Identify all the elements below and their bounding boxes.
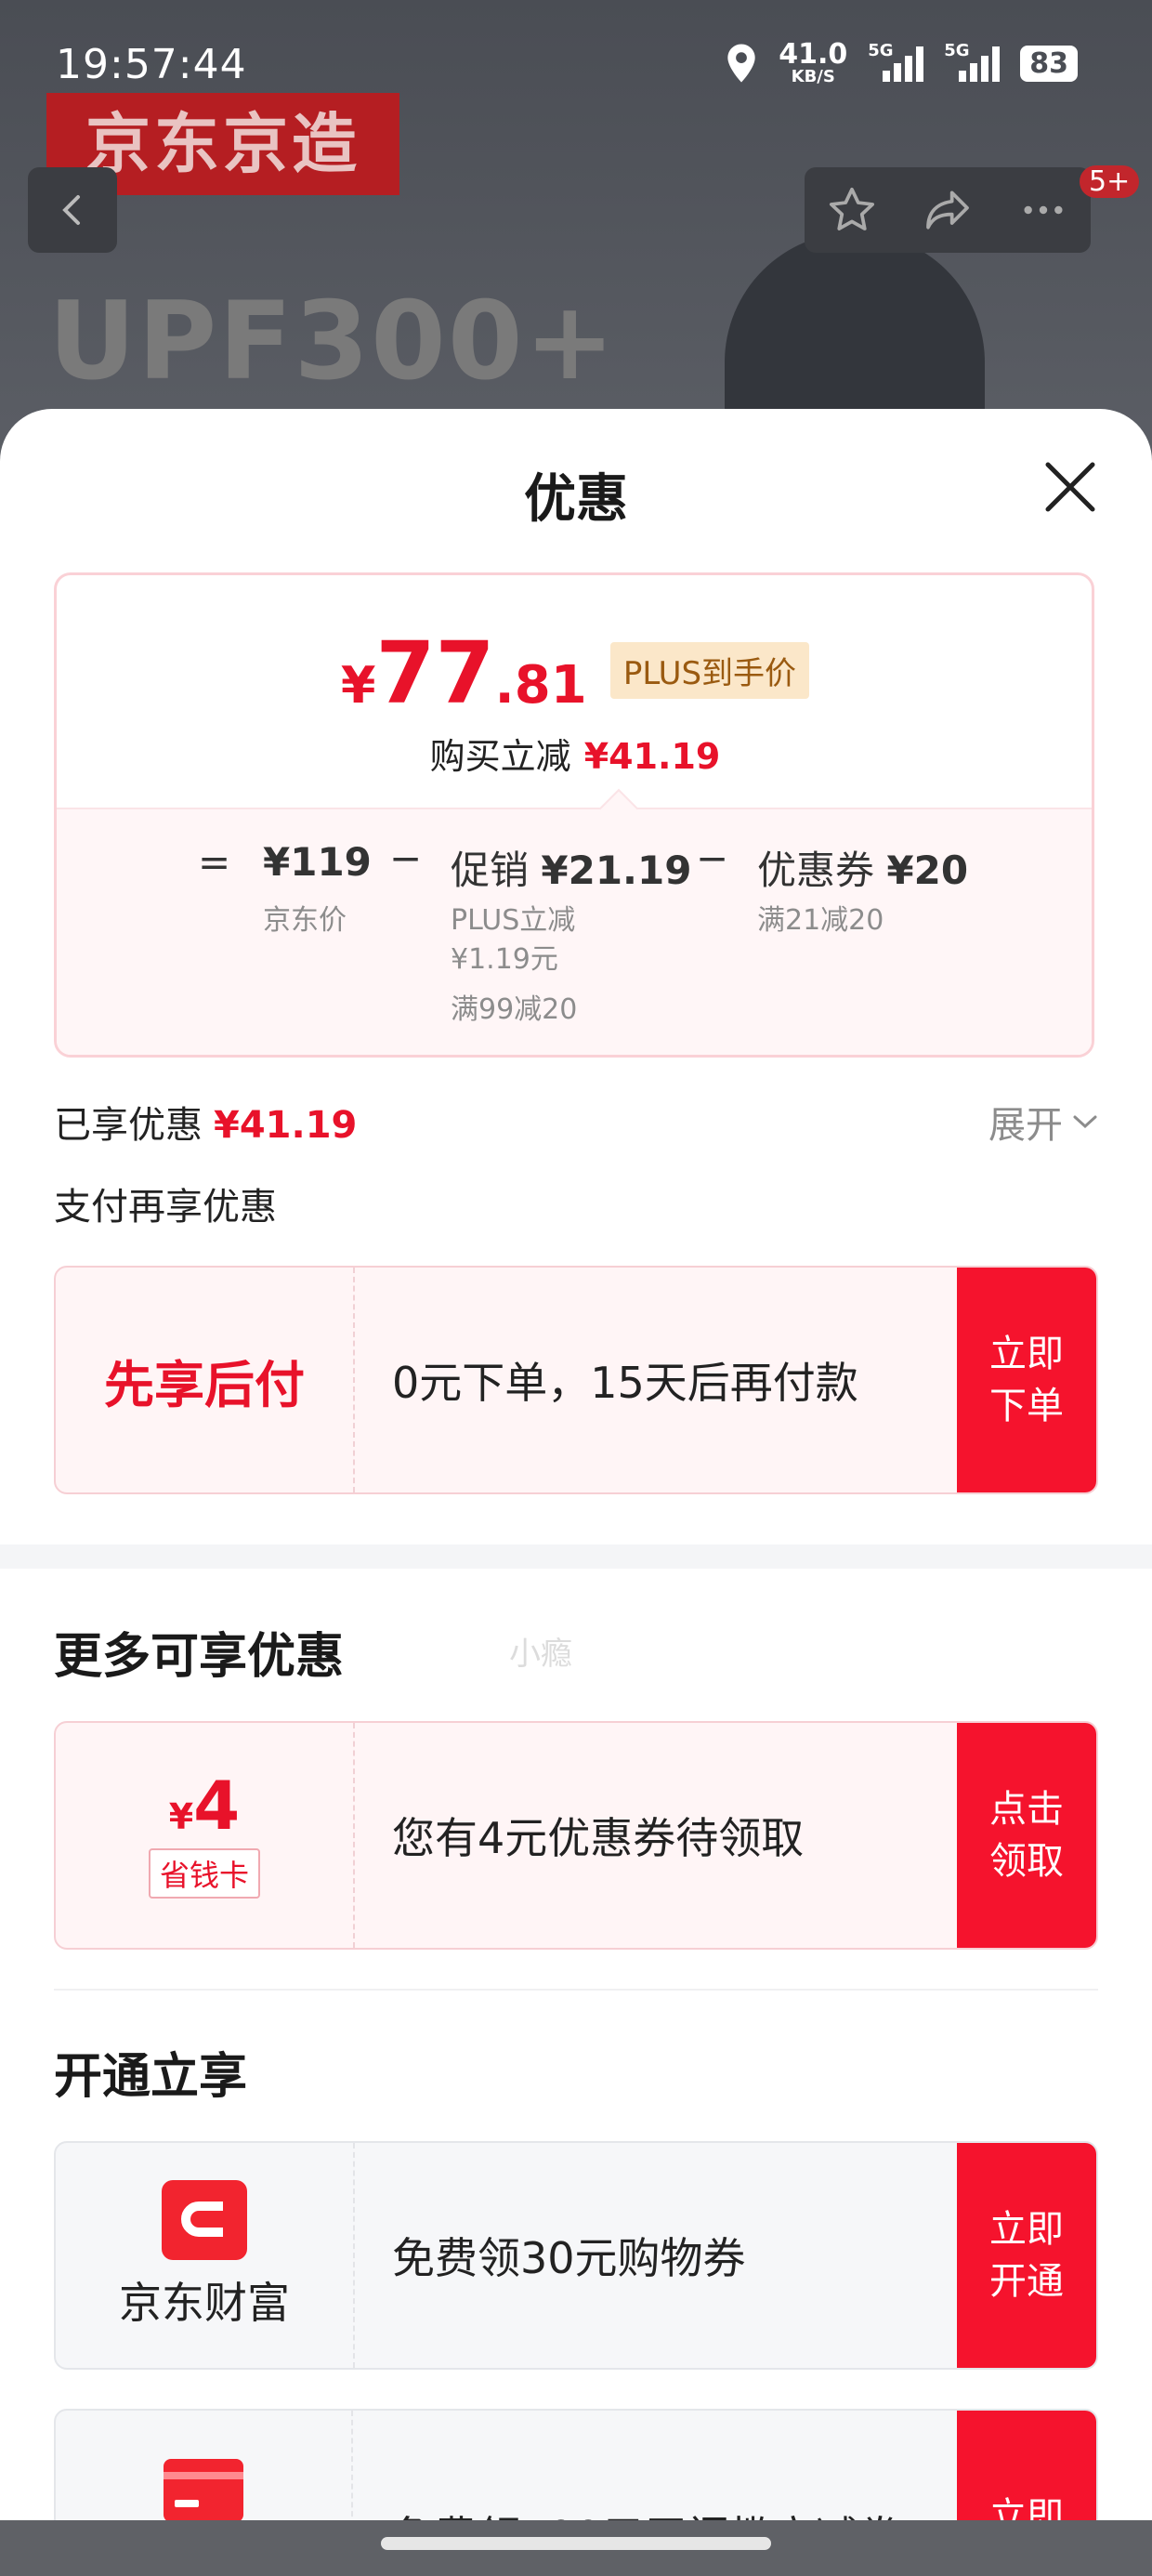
expand-button[interactable]: 展开	[988, 1095, 1098, 1149]
saver-card-tag: 省钱卡	[148, 1848, 260, 1899]
jd-price-value: ¥119	[263, 839, 372, 885]
discount-sheet: 优惠 ¥ 77 .81 PLUS到手价 购买立减 ¥41.19 = ¥119 京东…	[0, 409, 1152, 2576]
network-speed: 41.0 KB/S	[779, 41, 847, 85]
claim-coupon-label: 点击领取	[989, 1788, 1064, 1883]
reduce-row: 购买立减 ¥41.19	[57, 728, 1092, 779]
reduce-label: 购买立减	[429, 736, 571, 777]
price-formula: = ¥119 京东价 − 促销 ¥21.19 PLUS立减 ¥1.19元 满99…	[57, 788, 1092, 1055]
promo-detail-2: ¥1.19元	[451, 943, 558, 976]
close-icon[interactable]	[1041, 457, 1100, 517]
minus-sign: −	[389, 835, 423, 881]
share-icon[interactable]	[920, 184, 975, 236]
home-indicator[interactable]	[381, 2537, 771, 2550]
coupon-amount: 优惠券 ¥20	[757, 839, 968, 896]
signal-icon-sim1: 5G	[868, 41, 924, 82]
divider	[54, 1989, 1098, 1991]
sim2-label: 5G	[944, 41, 970, 60]
sim1-label: 5G	[868, 41, 894, 60]
signal-icon-sim2: 5G	[944, 41, 1001, 82]
enjoyed-label: 已享优惠	[54, 1104, 203, 1147]
promo-value: ¥21.19	[541, 848, 692, 893]
nav-actions	[805, 167, 1091, 253]
more-icon[interactable]	[1017, 184, 1069, 236]
more-offers-title: 更多可享优惠	[54, 1629, 345, 1685]
pay-later-label: 先享后付	[104, 1355, 305, 1414]
jd-price-label: 京东价	[263, 904, 347, 937]
pay-later-offer: 先享后付 0元下单，15天后再付款 立即下单	[54, 1266, 1098, 1494]
price-integer: 77	[375, 624, 495, 723]
open-now-button[interactable]: 立即开通	[957, 2143, 1096, 2368]
coupon-symbol: ¥	[168, 1796, 194, 1837]
watermark: 小瘾	[509, 1636, 572, 1673]
minus-sign: −	[696, 835, 729, 881]
coupon-amount-value: 4	[193, 1767, 241, 1845]
price-breakdown-card: ¥ 77 .81 PLUS到手价 购买立减 ¥41.19 = ¥119 京东价 −…	[54, 572, 1094, 1058]
coupon-badge: ¥4 省钱卡	[56, 1723, 355, 1948]
price-summary: ¥ 77 .81 PLUS到手价 购买立减 ¥41.19	[57, 575, 1092, 808]
jd-price: ¥119	[263, 839, 372, 885]
claim-coupon-button[interactable]: 点击领取	[957, 1723, 1096, 1948]
equals-sign: =	[198, 839, 231, 885]
promo-label: 促销	[451, 848, 530, 893]
jd-finance-name: 京东财富	[119, 2278, 290, 2328]
pay-more-label: 支付再享优惠	[54, 1186, 277, 1229]
order-now-label: 立即下单	[989, 1333, 1064, 1427]
final-price: ¥ 77 .81	[341, 624, 587, 723]
coupon-offer: ¥4 省钱卡 您有4元优惠券待领取 点击领取	[54, 1721, 1098, 1950]
coupon-amount-display: ¥4	[169, 1772, 241, 1839]
coupon-detail: 满21减20	[757, 904, 884, 937]
back-button[interactable]	[28, 167, 117, 253]
status-bar: 19:57:44 41.0 KB/S 5G 5G 83	[0, 0, 1152, 130]
pay-later-desc: 0元下单，15天后再付款	[392, 1358, 858, 1408]
price-symbol: ¥	[340, 656, 376, 715]
hero-text: UPF300+	[48, 279, 617, 404]
section-divider	[0, 1544, 1152, 1569]
net-speed-unit: KB/S	[791, 67, 835, 86]
chevron-left-icon	[62, 195, 80, 225]
promo-detail-1: PLUS立减	[451, 904, 576, 937]
net-speed-value: 41.0	[779, 38, 848, 71]
battery-icon: 83	[1020, 45, 1078, 82]
sheet-title: 优惠	[524, 469, 628, 530]
enjoyed-discount-row: 已享优惠 ¥41.19 展开	[54, 1095, 1098, 1149]
location-icon	[727, 44, 755, 83]
promo-amount: 促销 ¥21.19	[451, 839, 691, 896]
promo-detail-3: 满99减20	[451, 993, 578, 1026]
jd-finance-logo-icon	[162, 2180, 247, 2260]
coupon-label: 优惠券	[757, 848, 875, 893]
jd-finance-badge: 京东财富	[56, 2143, 355, 2368]
star-icon[interactable]	[826, 184, 878, 236]
jd-finance-desc: 免费领30元购物券	[392, 2233, 746, 2283]
coupon-desc: 您有4元优惠券待领取	[392, 1813, 805, 1863]
jd-finance-offer: 京东财富 免费领30元购物券 立即开通	[54, 2141, 1098, 2370]
status-icons: 41.0 KB/S 5G 5G 83	[725, 41, 1078, 85]
price-decimal: .81	[494, 655, 587, 716]
pay-later-badge: 先享后付	[56, 1268, 355, 1492]
chevron-down-icon	[1073, 1115, 1097, 1129]
plus-price-tag: PLUS到手价	[609, 642, 810, 699]
open-now-label: 立即开通	[989, 2208, 1064, 2303]
message-badge: 5+	[1080, 165, 1140, 198]
status-time: 19:57:44	[56, 41, 247, 88]
coupon-value: ¥20	[886, 848, 969, 893]
final-price-row: ¥ 77 .81 PLUS到手价	[57, 624, 1092, 723]
order-now-button[interactable]: 立即下单	[957, 1268, 1096, 1492]
open-benefits-title: 开通立享	[54, 2049, 248, 2105]
expand-label: 展开	[988, 1104, 1063, 1147]
credit-card-icon	[164, 2459, 243, 2522]
reduce-value: ¥41.19	[583, 736, 721, 777]
enjoyed-value: ¥41.19	[214, 1104, 358, 1147]
